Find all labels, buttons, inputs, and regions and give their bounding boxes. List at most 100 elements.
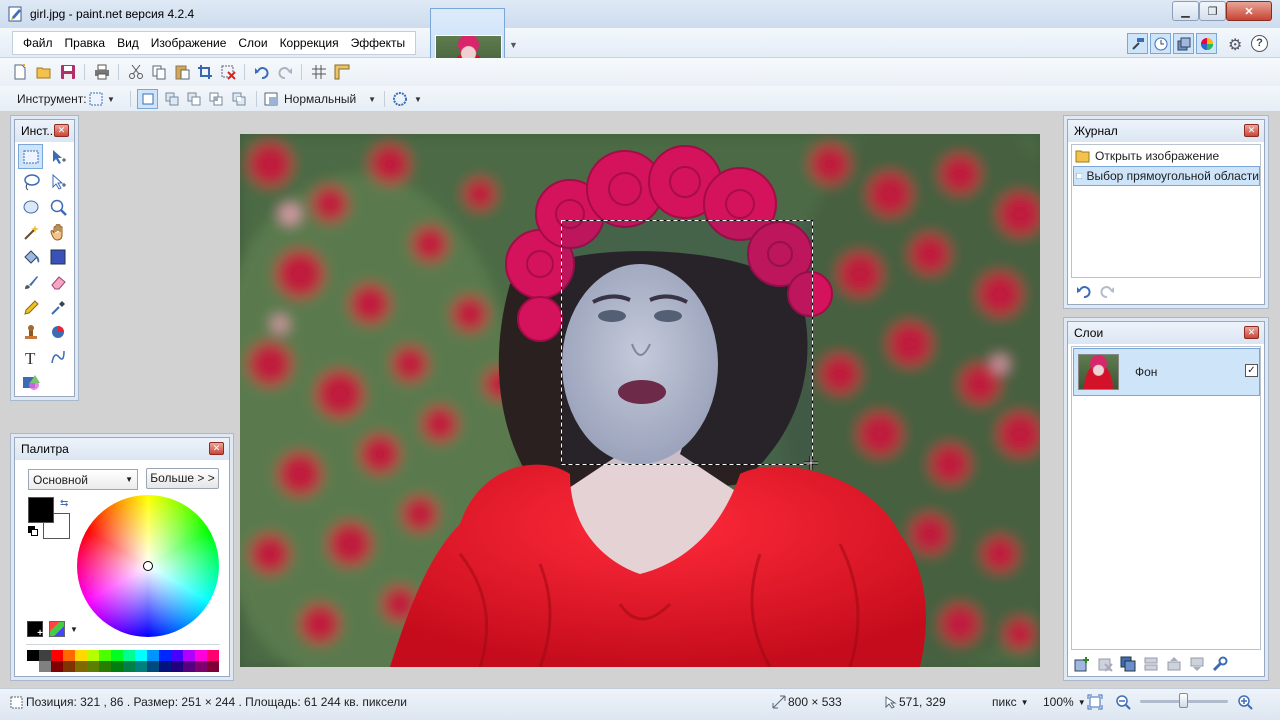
tool-button[interactable] (45, 169, 70, 194)
undo-button[interactable] (253, 63, 271, 81)
menu-effects[interactable]: Эффекты (345, 32, 412, 54)
swap-colors-icon[interactable]: ⇆ (60, 498, 68, 509)
layer-properties-wrench-icon[interactable] (1212, 656, 1228, 672)
zoom-out-icon[interactable] (1115, 694, 1131, 710)
color-swatch[interactable] (159, 661, 171, 672)
duplicate-layer-icon[interactable] (1120, 656, 1136, 672)
zoom-in-icon[interactable] (1237, 694, 1253, 710)
minimize-button[interactable]: ▁ (1172, 1, 1199, 21)
open-file-button[interactable] (35, 63, 53, 81)
close-window-button[interactable]: ✕ (1226, 1, 1272, 21)
color-swatch[interactable] (51, 661, 63, 672)
selection-mode-xor[interactable] (229, 89, 249, 109)
merge-layer-down-icon[interactable] (1143, 656, 1159, 672)
color-swatch[interactable] (27, 661, 39, 672)
menu-image[interactable]: Изображение (145, 32, 233, 54)
color-swatch[interactable] (135, 661, 147, 672)
color-swatch[interactable] (99, 650, 111, 661)
history-item[interactable]: Открыть изображение (1073, 146, 1259, 166)
copy-button[interactable] (150, 63, 168, 81)
reset-colors-icon[interactable] (28, 526, 38, 536)
more-colors-button[interactable]: Больше > > (146, 468, 219, 489)
history-item-selected[interactable]: Выбор прямоугольной области (1073, 166, 1260, 186)
color-swatch[interactable] (87, 650, 99, 661)
selection-mode-intersect[interactable] (206, 89, 226, 109)
tools-window-toggle[interactable] (1127, 33, 1148, 54)
color-swatch[interactable] (195, 661, 207, 672)
palette-menu-icon[interactable] (49, 621, 65, 637)
zoom-dropdown[interactable]: 100% ▼ (1043, 695, 1086, 709)
add-color-icon[interactable]: + (27, 621, 43, 639)
chevron-down-icon[interactable]: ▼ (509, 40, 518, 50)
tool-button[interactable] (45, 269, 70, 294)
tool-button[interactable] (18, 144, 43, 169)
image-canvas[interactable] (240, 134, 1040, 667)
zoom-to-window-icon[interactable] (1087, 694, 1103, 710)
redo-button[interactable] (276, 63, 294, 81)
grid-toggle-button[interactable] (310, 63, 328, 81)
menu-file[interactable]: Файл (17, 32, 59, 54)
selection-mode-union[interactable] (162, 89, 182, 109)
menu-adjustments[interactable]: Коррекция (274, 32, 345, 54)
selection-mode-exclude[interactable] (184, 89, 204, 109)
tool-button[interactable] (18, 244, 43, 269)
tool-button[interactable] (18, 294, 43, 319)
color-swatch[interactable] (123, 650, 135, 661)
move-layer-up-icon[interactable] (1166, 656, 1182, 672)
menu-layers[interactable]: Слои (232, 32, 273, 54)
units-dropdown[interactable]: пикс ▼ (992, 695, 1029, 709)
color-swatch[interactable] (147, 661, 159, 672)
color-swatch[interactable] (39, 650, 51, 661)
history-redo-button[interactable] (1099, 283, 1115, 299)
add-layer-icon[interactable] (1074, 656, 1090, 672)
tool-button[interactable] (18, 319, 43, 344)
maximize-button[interactable]: ❐ (1199, 1, 1226, 21)
chevron-down-icon[interactable]: ▼ (70, 625, 78, 634)
history-undo-button[interactable] (1076, 283, 1092, 299)
color-swatch[interactable] (51, 650, 63, 661)
color-swatch[interactable] (87, 661, 99, 672)
settings-gear-icon[interactable]: ⚙ (1228, 35, 1242, 55)
layers-window-toggle[interactable] (1173, 33, 1194, 54)
color-swatch[interactable] (27, 650, 39, 661)
color-swatch[interactable] (111, 661, 123, 672)
color-swatch[interactable] (183, 661, 195, 672)
cut-button[interactable] (127, 63, 145, 81)
color-swatch[interactable] (195, 650, 207, 661)
tool-button[interactable] (18, 219, 43, 244)
color-swatch[interactable] (171, 661, 183, 672)
color-swatch[interactable] (207, 661, 219, 672)
palette-mode-dropdown[interactable]: Основной ▼ (28, 469, 138, 490)
close-palette-button[interactable]: ✕ (209, 442, 224, 455)
tool-button[interactable] (18, 194, 43, 219)
color-swatch[interactable] (99, 661, 111, 672)
color-swatch[interactable] (135, 650, 147, 661)
close-layers-button[interactable]: ✕ (1244, 326, 1259, 339)
color-wheel-handle[interactable] (143, 561, 153, 571)
color-wheel[interactable] (77, 495, 219, 637)
color-swatch[interactable] (147, 650, 159, 661)
tool-button[interactable] (18, 369, 43, 394)
color-swatch[interactable] (159, 650, 171, 661)
tool-button[interactable]: T (18, 344, 43, 369)
move-layer-down-icon[interactable] (1189, 656, 1205, 672)
color-swatch[interactable] (123, 661, 135, 672)
tool-button[interactable] (45, 219, 70, 244)
menu-view[interactable]: Вид (111, 32, 145, 54)
tool-button[interactable] (18, 269, 43, 294)
color-swatch[interactable] (75, 650, 87, 661)
tool-button[interactable] (45, 319, 70, 344)
colors-window-toggle[interactable] (1196, 33, 1217, 54)
tool-button[interactable] (45, 344, 70, 369)
tool-button[interactable] (45, 194, 70, 219)
close-history-button[interactable]: ✕ (1244, 124, 1259, 137)
tool-selector-dropdown[interactable]: ▼ (89, 90, 123, 108)
history-window-toggle[interactable] (1150, 33, 1171, 54)
rulers-toggle-button[interactable] (333, 63, 351, 81)
selection-mode-replace[interactable] (137, 89, 158, 109)
color-swatch[interactable] (183, 650, 195, 661)
blend-mode-dropdown[interactable]: Нормальный ▼ (264, 90, 379, 108)
crop-to-selection-button[interactable] (196, 63, 214, 81)
save-button[interactable] (59, 63, 77, 81)
color-swatch[interactable] (111, 650, 123, 661)
